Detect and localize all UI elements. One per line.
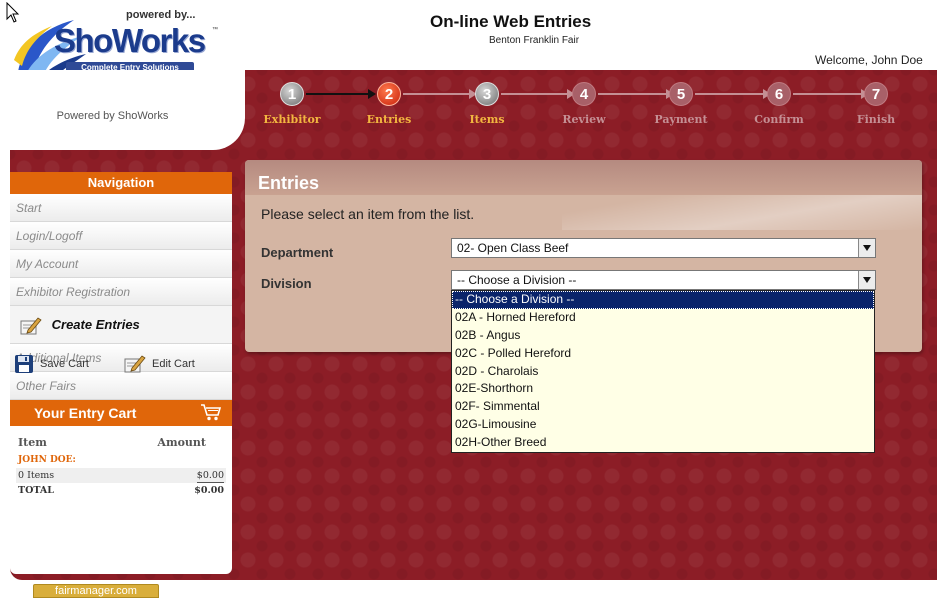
department-label: Department [261,245,334,260]
step-number: 1 [280,82,304,106]
nav-item-my-account[interactable]: My Account [10,250,232,278]
division-option[interactable]: 02D - Charolais [452,363,874,381]
cart-owner-row: JOHN DOE: [16,453,226,468]
fairmanager-badge[interactable]: fairmanager.com [33,584,159,598]
division-select[interactable]: -- Choose a Division -- [451,270,876,290]
save-cart-label: Save Cart [40,358,89,370]
step-payment: 5 Payment [641,82,721,126]
division-option[interactable]: -- Choose a Division -- [452,291,874,309]
nav-item-start[interactable]: Start [10,194,232,222]
step-number: 4 [572,82,596,106]
cart-owner-name: JOHN DOE: [18,455,76,465]
navigation-heading: Navigation [10,172,232,194]
cart-total-amount: $0.00 [194,485,224,496]
pencil-paper-icon [20,317,42,335]
edit-cart-button[interactable]: Edit Cart [124,354,195,374]
step-label: Review [562,113,606,126]
cart-total-label: TOTAL [18,485,54,496]
step-number: 2 [377,82,401,106]
cart-column-item: Item [18,436,47,449]
trademark-mark: ™ [212,27,218,33]
chevron-down-icon[interactable] [858,239,875,257]
cart-items-count: 0 Items [18,470,55,481]
cart-total-row: TOTAL $0.00 [16,483,226,498]
nav-item-label: Create Entries [51,317,140,332]
welcome-message: Welcome, John Doe [815,53,923,67]
progress-steps: 1 Exhibitor 2 Entries 3 Items 4 Review 5… [250,82,930,132]
division-select-value: -- Choose a Division -- [457,273,577,287]
chevron-down-icon[interactable] [858,271,875,289]
entries-title: Entries [245,160,922,195]
save-cart-button[interactable]: Save Cart [14,354,89,374]
edit-pencil-icon [124,355,146,373]
step-review: 4 Review [544,82,624,126]
cart-items-amount: $0.00 [196,470,224,483]
step-label: Items [469,113,505,126]
step-exhibitor[interactable]: 1 Exhibitor [252,82,332,126]
step-confirm: 6 Confirm [739,82,819,126]
floppy-disk-icon [15,355,33,373]
cart-items-row: 0 Items $0.00 [16,468,226,483]
nav-item-create-entries[interactable]: Create Entries [10,306,232,344]
step-number: 7 [864,82,888,106]
nav-item-login-logoff[interactable]: Login/Logoff [10,222,232,250]
cart-header-row: Item Amount [16,433,226,453]
nav-item-exhibitor-registration[interactable]: Exhibitor Registration [10,278,232,306]
division-option[interactable]: 02H-Other Breed [452,434,874,452]
division-option[interactable]: 02A - Horned Hereford [452,309,874,327]
step-label: Entries [366,113,412,126]
step-items[interactable]: 3 Items [447,82,527,126]
department-select[interactable]: 02- Open Class Beef [451,238,876,258]
shopping-cart-icon [201,404,222,421]
cart-column-amount: Amount [157,436,206,449]
fair-name: Benton Franklin Fair [489,35,580,46]
step-number: 5 [669,82,693,106]
edit-cart-label: Edit Cart [152,358,195,370]
division-option[interactable]: 02B - Angus [452,327,874,345]
brand-name: ShoWorks [54,22,206,59]
step-number: 6 [767,82,791,106]
step-label: Confirm [754,113,804,126]
cart-actions: Save Cart Edit Cart [14,354,214,384]
step-number: 3 [475,82,499,106]
entries-instruction: Please select an item from the list. [261,206,475,222]
division-option[interactable]: 02G-Limousine [452,416,874,434]
powered-by-showorks-label: Powered by ShoWorks [56,110,169,122]
step-label: Exhibitor [263,113,321,126]
division-option[interactable]: 02E-Shorthorn [452,380,874,398]
step-entries[interactable]: 2 Entries [349,82,429,126]
powered-by-text: powered by... [126,9,196,21]
entry-cart-heading: Your Entry Cart [10,400,232,426]
entry-cart-title: Your Entry Cart [34,405,137,421]
step-finish: 7 Finish [836,82,916,126]
entry-cart-table: Item Amount JOHN DOE: 0 Items $0.00 TOTA… [10,426,232,498]
division-dropdown-list: -- Choose a Division -- 02A - Horned Her… [451,290,875,453]
division-option[interactable]: 02F- Simmental [452,398,874,416]
step-label: Payment [654,113,708,126]
department-select-value: 02- Open Class Beef [457,241,569,255]
division-option[interactable]: 02C - Polled Hereford [452,345,874,363]
step-label: Finish [856,113,896,126]
page-title: On-line Web Entries [430,12,592,31]
division-label: Division [261,276,312,291]
